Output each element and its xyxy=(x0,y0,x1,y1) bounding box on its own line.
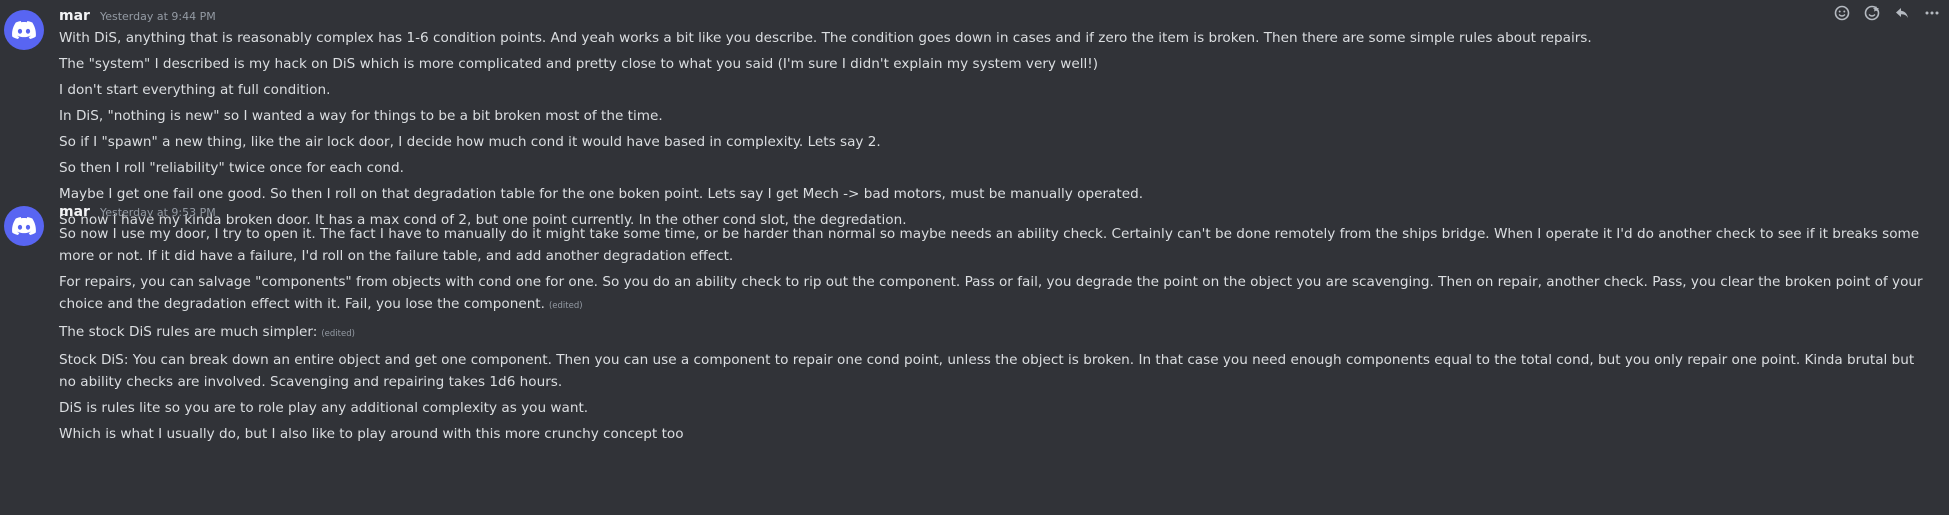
username[interactable]: mar xyxy=(59,8,90,24)
message-line: In DiS, "nothing is new" so I wanted a w… xyxy=(59,105,1929,127)
message-line: So if I "spawn" a new thing, like the ai… xyxy=(59,131,1929,153)
message-line: With DiS, anything that is reasonably co… xyxy=(59,27,1929,49)
discord-logo-icon xyxy=(12,217,36,235)
message-text: In DiS, "nothing is new" so I wanted a w… xyxy=(59,108,663,124)
message-line: The "system" I described is my hack on D… xyxy=(59,53,1929,75)
message-text: The stock DiS rules are much simpler: xyxy=(59,324,318,340)
message-text: Which is what I usually do, but I also l… xyxy=(59,426,684,442)
message-content: With DiS, anything that is reasonably co… xyxy=(59,27,1929,235)
message-line: So now I use my door, I try to open it. … xyxy=(59,223,1929,267)
discord-logo-icon xyxy=(12,21,36,39)
message-text: So then I roll "reliability" twice once … xyxy=(59,160,404,176)
message-line: Maybe I get one fail one good. So then I… xyxy=(59,183,1929,205)
message-text: The "system" I described is my hack on D… xyxy=(59,56,1099,72)
add-reaction-icon[interactable] xyxy=(1829,2,1855,24)
message-text: So if I "spawn" a new thing, like the ai… xyxy=(59,134,881,150)
message-line: Stock DiS: You can break down an entire … xyxy=(59,349,1929,393)
message-text: With DiS, anything that is reasonably co… xyxy=(59,30,1592,46)
message-line: The stock DiS rules are much simpler: (ed… xyxy=(59,321,1929,345)
username[interactable]: mar xyxy=(59,204,90,220)
timestamp[interactable]: Yesterday at 9:53 PM xyxy=(100,206,216,219)
chat-messages: mar Yesterday at 9:44 PM With DiS, anyth… xyxy=(0,0,1949,515)
message-toolbar xyxy=(1825,2,1949,24)
avatar[interactable] xyxy=(4,10,44,50)
message-text: I don't start everything at full conditi… xyxy=(59,82,331,98)
message-text: Maybe I get one fail one good. So then I… xyxy=(59,186,1144,202)
message-text: So now I use my door, I try to open it. … xyxy=(59,226,1920,264)
more-icon[interactable] xyxy=(1919,2,1945,24)
message-line: I don't start everything at full conditi… xyxy=(59,79,1929,101)
message-header: mar Yesterday at 9:44 PM xyxy=(59,8,216,28)
edited-label: (edited) xyxy=(548,301,583,311)
avatar[interactable] xyxy=(4,206,44,246)
message-header: mar Yesterday at 9:53 PM xyxy=(59,204,216,224)
message-text: Stock DiS: You can break down an entire … xyxy=(59,352,1915,390)
message-line: So then I roll "reliability" twice once … xyxy=(59,157,1929,179)
message-line: For repairs, you can salvage "components… xyxy=(59,271,1929,317)
message-line: DiS is rules lite so you are to role pla… xyxy=(59,397,1929,419)
message-content: So now I use my door, I try to open it. … xyxy=(59,223,1929,449)
message-text: For repairs, you can salvage "components… xyxy=(59,274,1923,312)
edited-label: (edited) xyxy=(321,329,355,339)
message-line: Which is what I usually do, but I also l… xyxy=(59,423,1929,445)
add-super-reaction-icon[interactable] xyxy=(1859,2,1885,24)
message-text: DiS is rules lite so you are to role pla… xyxy=(59,400,589,416)
reply-icon[interactable] xyxy=(1889,2,1915,24)
timestamp[interactable]: Yesterday at 9:44 PM xyxy=(100,10,216,23)
